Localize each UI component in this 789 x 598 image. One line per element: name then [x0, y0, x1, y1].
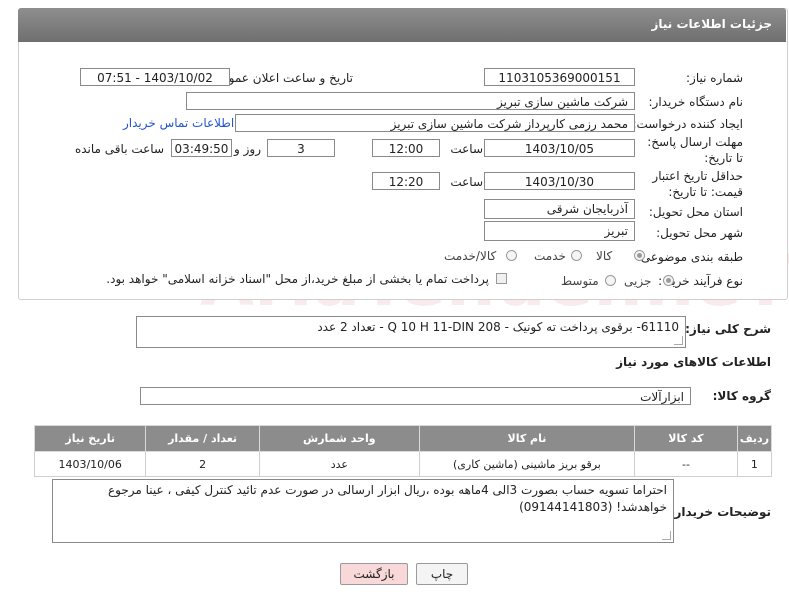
col-qty: تعداد / مقدار — [145, 425, 260, 452]
days-label: روز و — [234, 142, 261, 156]
category-option-goods-service: کالا/خدمت — [444, 249, 497, 263]
price-time-label: ساعت — [450, 175, 483, 189]
cell-row: 1 — [736, 451, 773, 477]
page-title: جزئیات اطلاعات نیاز — [651, 17, 772, 31]
cell-date: 1403/10/06 — [33, 451, 147, 477]
need-number-label: شماره نیاز: — [686, 71, 743, 85]
process-radio-minor[interactable] — [663, 275, 674, 286]
table-header-row: ردیف کد کالا نام کالا واحد شمارش تعداد /… — [33, 425, 773, 452]
col-date: تاریخ نیاز — [33, 425, 147, 452]
days-field: 3 — [267, 139, 335, 157]
need-number-field: 1103105369000151 — [484, 68, 635, 86]
resize-handle[interactable] — [662, 531, 671, 540]
price-time-field: 12:20 — [372, 172, 440, 190]
print-button[interactable]: چاپ — [416, 563, 468, 585]
buyer-contact-link[interactable]: اطلاعات تماس خریدار — [123, 116, 234, 130]
cell-code: -- — [634, 451, 738, 477]
process-radio-medium[interactable] — [605, 275, 616, 286]
cell-name: برقو بریز ماشینی (ماشین کاری) — [418, 451, 636, 477]
province-field: آذربایجان شرقی — [484, 199, 635, 219]
creator-field: محمد رزمی کارپرداز شرکت ماشین سازی تبریز — [235, 114, 635, 132]
province-label: استان محل تحویل: — [648, 205, 743, 219]
announce-field: 1403/10/02 - 07:51 — [80, 68, 230, 86]
goods-table: ردیف کد کالا نام کالا واحد شمارش تعداد /… — [33, 425, 773, 477]
table-row: 1 -- برقو بریز ماشینی (ماشین کاری) عدد 2… — [33, 451, 773, 477]
buyer-org-field: شرکت ماشین سازی تبریز — [186, 92, 635, 110]
col-unit: واحد شمارش — [258, 425, 420, 452]
city-label: شهر محل تحویل: — [656, 226, 743, 240]
description-text: 61110- برقوی پرداخت ته کونیک - Q 10 H 11… — [317, 320, 679, 334]
back-button[interactable]: بازگشت — [340, 563, 408, 585]
reply-date-field: 1403/10/05 — [484, 139, 635, 157]
goods-section-title: اطلاعات کالاهای مورد نیاز — [616, 355, 771, 369]
category-option-goods: کالا — [596, 249, 613, 263]
cell-unit: عدد — [258, 451, 420, 477]
reply-deadline-label: مهلت ارسال پاسخ: تا تاریخ: — [647, 135, 743, 165]
category-radio-goods-service[interactable] — [506, 250, 517, 261]
col-code: کد کالا — [634, 425, 738, 452]
goods-group-label: گروه کالا: — [712, 389, 771, 403]
treasury-payment-checkbox[interactable] — [496, 273, 507, 284]
process-option-medium: متوسط — [561, 274, 599, 288]
buyer-notes-textarea[interactable]: احتراما تسویه حساب بصورت 3الی 4ماهه بوده… — [52, 479, 674, 543]
price-date-field: 1403/10/30 — [484, 172, 635, 190]
category-radio-service[interactable] — [571, 250, 582, 261]
description-textarea[interactable]: 61110- برقوی پرداخت ته کونیک - Q 10 H 11… — [136, 316, 686, 348]
category-radio-goods[interactable] — [634, 250, 645, 261]
buyer-notes-label: توضیحات خریدار: — [669, 505, 771, 519]
price-validity-label: حداقل تاریخ اعتبار قیمت: تا تاریخ: — [652, 169, 743, 199]
category-option-service: خدمت — [534, 249, 566, 263]
reply-time-label: ساعت — [450, 142, 483, 156]
remaining-label: ساعت باقی مانده — [74, 142, 164, 156]
panel-header: جزئیات اطلاعات نیاز — [18, 8, 786, 42]
creator-label: ایجاد کننده درخواست: — [632, 117, 743, 131]
col-name: نام کالا — [418, 425, 636, 452]
category-label: طبقه بندی موضوعی: — [636, 250, 743, 264]
remaining-time-field: 03:49:50 — [171, 139, 232, 157]
description-label: شرح کلی نیاز: — [685, 322, 771, 336]
treasury-payment-note: پرداخت تمام یا بخشی از مبلغ خرید،از محل … — [106, 272, 489, 286]
buyer-notes-text: احتراما تسویه حساب بصورت 3الی 4ماهه بوده… — [107, 483, 667, 514]
cell-qty: 2 — [145, 451, 260, 477]
goods-group-field: ابزارآلات — [140, 387, 691, 405]
buyer-org-label: نام دستگاه خریدار: — [648, 95, 744, 109]
reply-time-field: 12:00 — [372, 139, 440, 157]
city-field: تبریز — [484, 221, 635, 241]
process-option-minor: جزیی — [624, 274, 652, 288]
resize-handle[interactable] — [674, 336, 683, 345]
col-row: ردیف — [736, 425, 773, 452]
